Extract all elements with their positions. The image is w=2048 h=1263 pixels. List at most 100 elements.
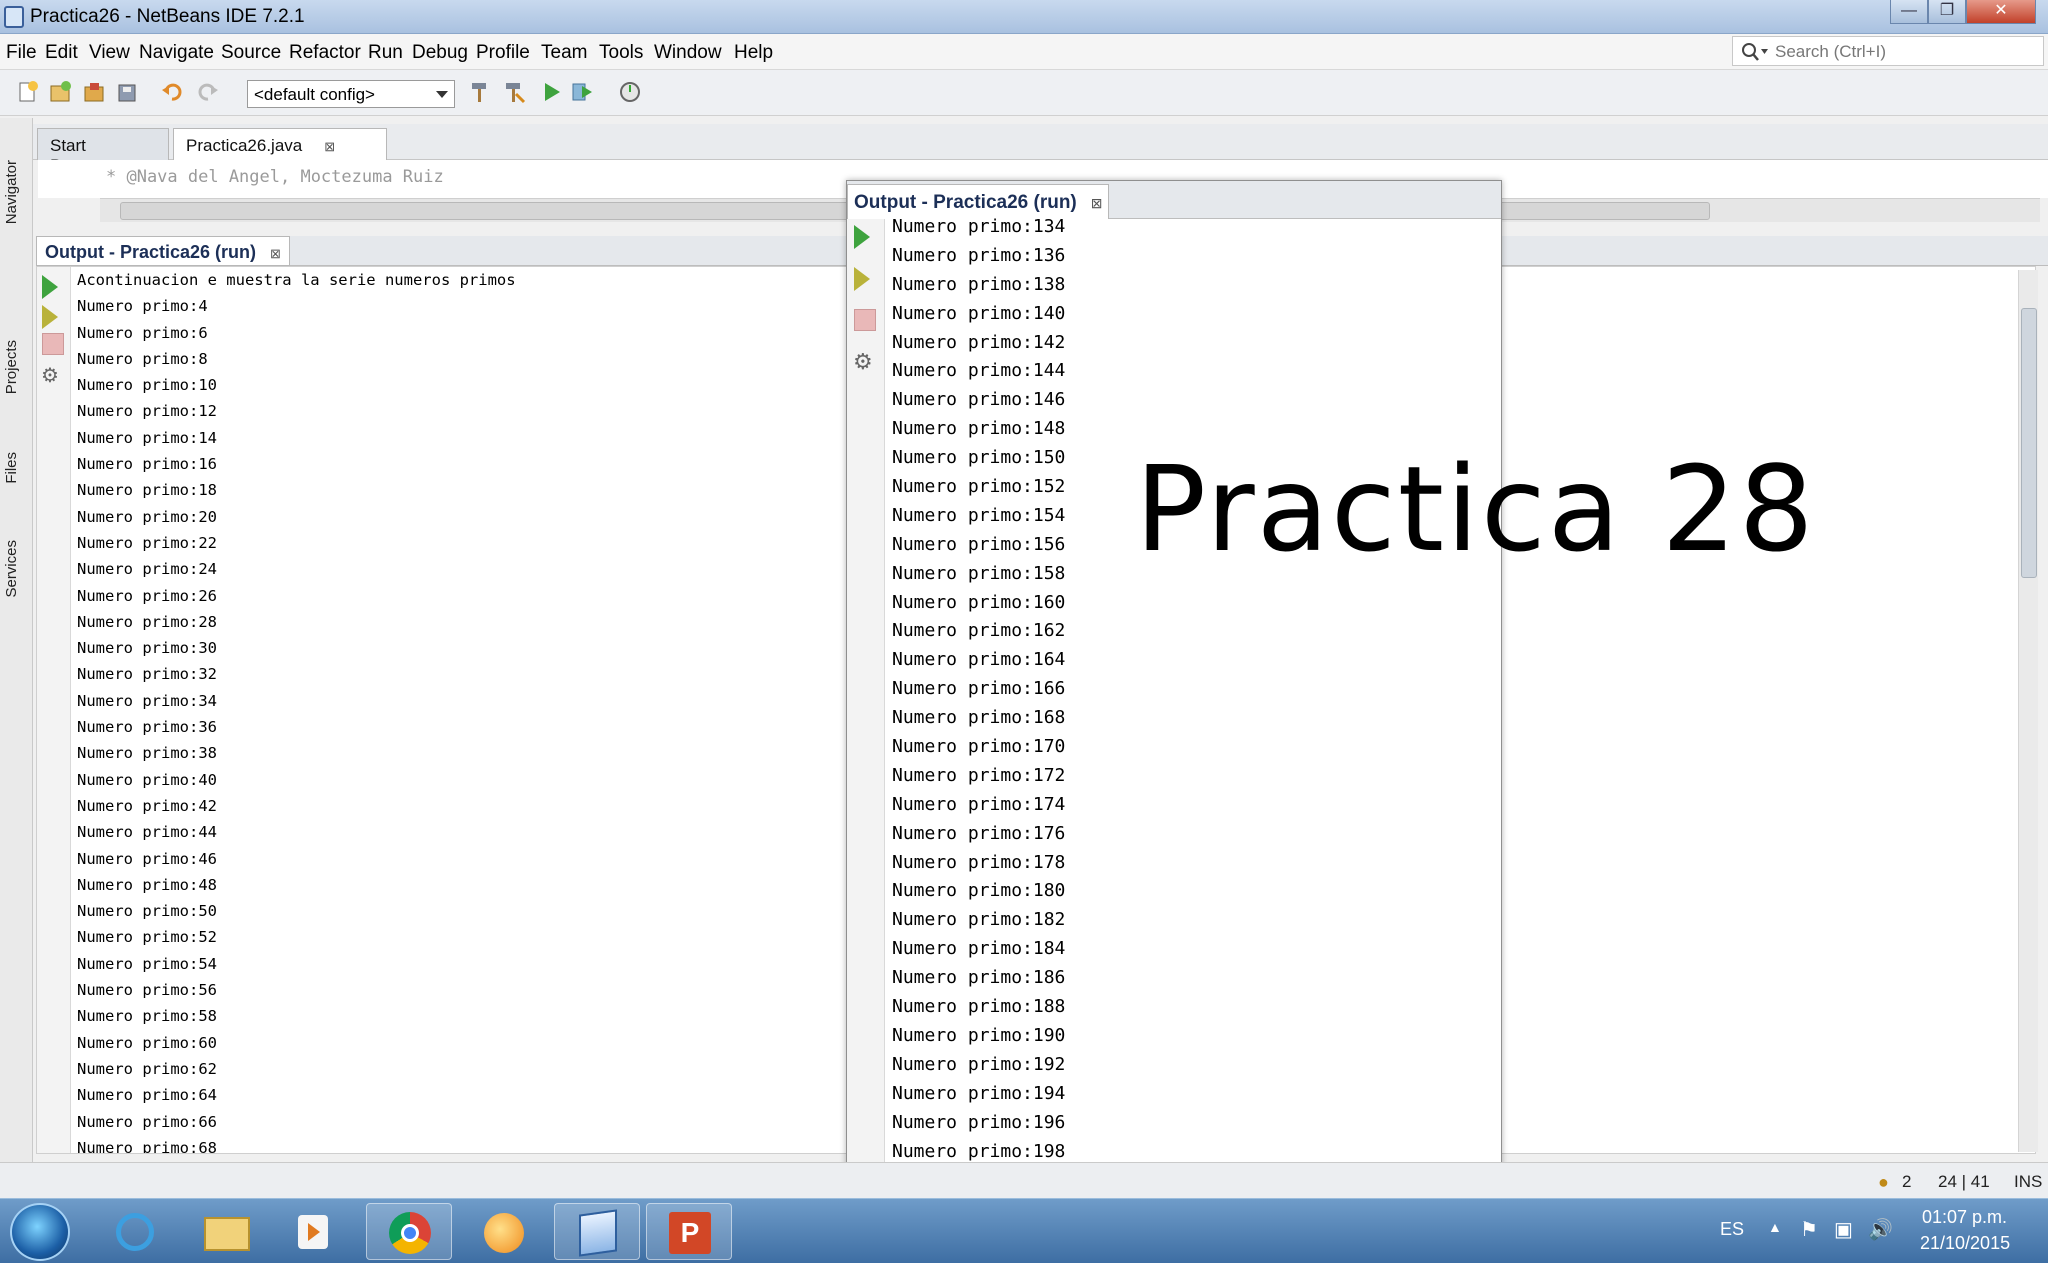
menu-file[interactable]: File <box>6 42 37 64</box>
output-line: Numero primo:62 <box>77 1059 217 1078</box>
maximize-button[interactable]: ❐ <box>1928 0 1966 24</box>
insert-mode: INS <box>2014 1172 2043 1191</box>
menu-refactor[interactable]: Refactor <box>289 42 361 64</box>
output-line: Numero primo:174 <box>892 793 1066 815</box>
tab-services[interactable]: Services <box>3 540 20 598</box>
search-icon <box>1742 43 1768 61</box>
settings-icon[interactable]: ⚙ <box>853 349 873 375</box>
tab-projects[interactable]: Projects <box>3 340 20 394</box>
rerun-icon[interactable] <box>42 275 58 299</box>
language-indicator[interactable]: ES <box>1720 1219 1744 1240</box>
redo-icon[interactable] <box>196 80 220 104</box>
scroll-thumb[interactable] <box>2021 308 2037 578</box>
close-button[interactable]: ✕ <box>1966 0 2036 24</box>
output-line: Acontinuacion e muestra la serie numeros… <box>77 271 516 289</box>
notifications-icon[interactable]: ● <box>1878 1172 1889 1193</box>
output-line: Numero primo:186 <box>892 967 1066 989</box>
config-select[interactable]: <default config> <box>247 80 455 108</box>
output-line: Numero primo:12 <box>77 402 217 421</box>
output-line: Numero primo:4 <box>77 297 208 316</box>
output-line: Numero primo:20 <box>77 507 217 526</box>
output-line: Numero primo:18 <box>77 481 217 500</box>
menu-edit[interactable]: Edit <box>45 42 78 64</box>
menu-view[interactable]: View <box>89 42 130 64</box>
show-hidden-icons-icon[interactable]: ▲ <box>1768 1219 1782 1235</box>
new-file-icon[interactable] <box>16 80 40 104</box>
search-input[interactable]: Search (Ctrl+I) <box>1732 36 2044 66</box>
run-icon[interactable] <box>540 80 564 104</box>
tab-files[interactable]: Files <box>3 452 20 484</box>
output-line: Numero primo:192 <box>892 1053 1066 1075</box>
output-line: Numero primo:58 <box>77 1007 217 1026</box>
output-line: Numero primo:68 <box>77 1138 217 1154</box>
output-line: Numero primo:48 <box>77 875 217 894</box>
rerun-icon[interactable] <box>854 225 870 249</box>
rerun-with-params-icon[interactable] <box>42 305 58 329</box>
taskbar: P ES ▲ ⚑ ▣ 🔊 01:07 p.m. 21/10/2015 <box>0 1198 2048 1263</box>
title-bar: Practica26 - NetBeans IDE 7.2.1 — ❐ ✕ <box>0 0 2048 34</box>
menu-run[interactable]: Run <box>368 42 403 64</box>
menu-navigate[interactable]: Navigate <box>139 42 214 64</box>
output-line: Numero primo:42 <box>77 796 217 815</box>
output-line: Numero primo:64 <box>77 1086 217 1105</box>
network-icon[interactable]: ▣ <box>1834 1217 1853 1242</box>
output-line: Numero primo:146 <box>892 389 1066 411</box>
output-line: Numero primo:24 <box>77 560 217 579</box>
start-button[interactable] <box>10 1203 70 1261</box>
close-tab-icon[interactable]: ⊠ <box>1091 195 1103 211</box>
settings-icon[interactable]: ⚙ <box>41 363 59 388</box>
chrome-icon[interactable] <box>366 1203 452 1260</box>
tab-start-page[interactable]: Start Page⊠ <box>37 128 169 175</box>
stop-icon[interactable] <box>854 309 876 331</box>
rerun-with-params-icon[interactable] <box>854 267 870 291</box>
paint-app-icon[interactable] <box>462 1203 548 1260</box>
close-tab-icon[interactable]: ⊠ <box>324 139 335 154</box>
powerpoint-icon[interactable]: P <box>646 1203 732 1260</box>
file-explorer-icon[interactable] <box>184 1203 270 1260</box>
menu-debug[interactable]: Debug <box>412 42 468 64</box>
undo-icon[interactable] <box>160 80 184 104</box>
menu-help[interactable]: Help <box>734 42 773 64</box>
volume-icon[interactable]: 🔊 <box>1868 1217 1893 1242</box>
tab-navigator[interactable]: Navigator <box>3 160 20 224</box>
menu-window[interactable]: Window <box>654 42 722 64</box>
close-tab-icon[interactable]: ⊠ <box>270 246 281 261</box>
menu-profile[interactable]: Profile <box>476 42 530 64</box>
save-all-icon[interactable] <box>116 80 140 104</box>
clean-build-icon[interactable] <box>502 80 526 104</box>
stop-icon[interactable] <box>42 333 64 355</box>
output-line: Numero primo:16 <box>77 455 217 474</box>
code-line: * @Nava del Angel, Moctezuma Ruiz <box>106 167 444 187</box>
window-title: Practica26 - NetBeans IDE 7.2.1 <box>30 6 305 27</box>
menu-team[interactable]: Team <box>541 42 587 64</box>
tab-practica26-java[interactable]: Practica26.java ⊠ <box>173 128 387 160</box>
action-center-flag-icon[interactable]: ⚑ <box>1800 1217 1818 1242</box>
output-line: Numero primo:162 <box>892 620 1066 642</box>
output-line: Numero primo:44 <box>77 823 217 842</box>
tab-output-practica26[interactable]: Output - Practica26 (run) ⊠ <box>36 236 290 266</box>
clock-time[interactable]: 01:07 p.m. <box>1922 1207 2007 1228</box>
netbeans-app-icon <box>4 6 24 28</box>
output-line: Numero primo:66 <box>77 1112 217 1131</box>
output-line: Numero primo:140 <box>892 302 1066 324</box>
output-line: Numero primo:52 <box>77 928 217 947</box>
menu-tools[interactable]: Tools <box>599 42 643 64</box>
output-line: Numero primo:184 <box>892 938 1066 960</box>
profile-icon[interactable] <box>618 80 642 104</box>
open-project-icon[interactable] <box>82 80 106 104</box>
menu-source[interactable]: Source <box>221 42 281 64</box>
debug-icon[interactable] <box>570 80 594 104</box>
side-bar: Navigator Projects Files Services <box>0 118 33 1162</box>
status-bar: ● 2 24 | 41 INS <box>0 1162 2048 1198</box>
output-line: Numero primo:172 <box>892 764 1066 786</box>
netbeans-taskbar-icon[interactable] <box>554 1203 640 1260</box>
new-project-icon[interactable] <box>48 80 72 104</box>
build-hammer-icon[interactable] <box>468 80 492 104</box>
output-vertical-scrollbar[interactable] <box>2018 270 2038 1152</box>
minimize-button[interactable]: — <box>1890 0 1928 24</box>
internet-explorer-icon[interactable] <box>92 1203 178 1260</box>
output-line: Numero primo:54 <box>77 954 217 973</box>
output-line: Numero primo:160 <box>892 591 1066 613</box>
media-player-icon[interactable] <box>270 1203 356 1260</box>
clock-date[interactable]: 21/10/2015 <box>1920 1233 2010 1254</box>
